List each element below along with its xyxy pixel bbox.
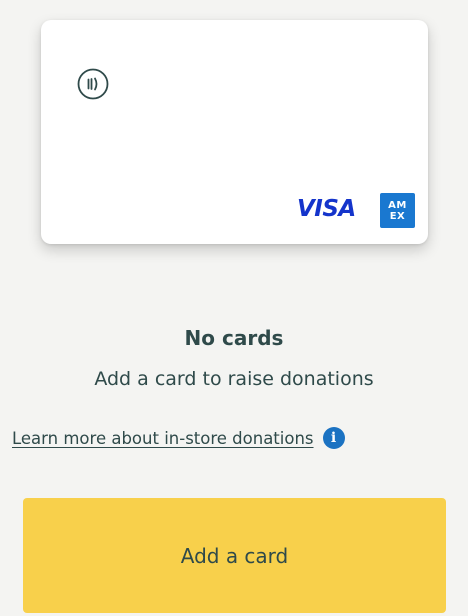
visa-logo: VISA bbox=[297, 196, 356, 222]
empty-state-subtitle: Add a card to raise donations bbox=[94, 368, 374, 390]
amex-logo-line2: EX bbox=[389, 210, 406, 222]
learn-more-row: Learn more about in-store donations i bbox=[12, 426, 345, 450]
learn-more-link[interactable]: Learn more about in-store donations bbox=[12, 429, 314, 448]
add-card-button[interactable]: Add a card bbox=[23, 498, 446, 613]
info-icon[interactable]: i bbox=[322, 427, 345, 449]
amex-logo: AM EX bbox=[380, 193, 415, 228]
screen: VISA AM EX No cards Add a card to raise … bbox=[0, 0, 468, 616]
empty-state-title: No cards bbox=[184, 326, 284, 350]
amex-logo-line1: AM bbox=[388, 199, 407, 211]
contactless-icon bbox=[77, 68, 109, 100]
card-placeholder: VISA AM EX bbox=[41, 20, 428, 244]
